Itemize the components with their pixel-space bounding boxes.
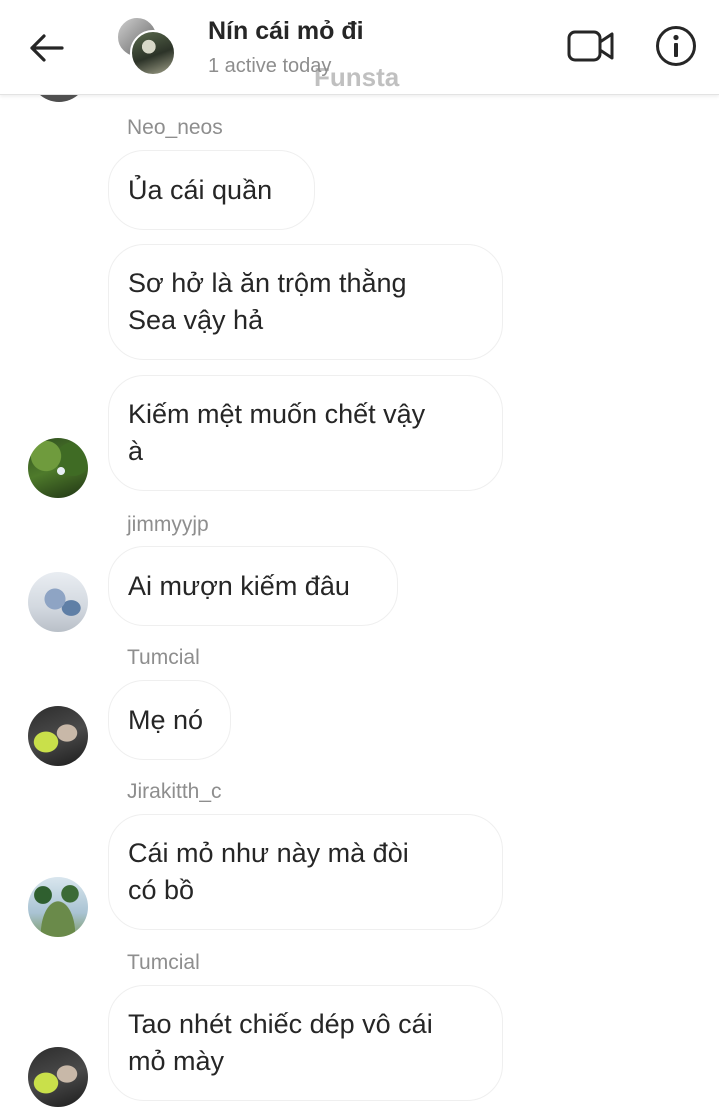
sender-name: jimmyyjp	[127, 513, 209, 536]
message-text-line: Sơ hở là ăn trộm thằng	[128, 268, 407, 298]
message-text: Ủa cái quần	[128, 174, 273, 205]
message-text: Ai mượn kiếm đâu	[128, 570, 350, 601]
message-text-line: à	[128, 436, 144, 466]
arrow-left-icon	[30, 34, 64, 62]
message-bubble[interactable]: Ai mượn kiếm đâu	[108, 546, 398, 626]
chat-title[interactable]: Nín cái mỏ đi	[208, 17, 364, 46]
message-text-line: Sea vậy hả	[128, 305, 264, 335]
group-avatar[interactable]	[116, 16, 178, 76]
message-bubble[interactable]: Tao nhét chiếc dép vô cái mỏ mày	[108, 985, 503, 1101]
message-bubble[interactable]: Mẹ nó	[108, 680, 231, 760]
video-call-button[interactable]	[566, 25, 616, 67]
sender-name: Tumcial	[127, 646, 200, 669]
message-text-line: mỏ mày	[128, 1046, 225, 1076]
avatar	[130, 30, 176, 76]
avatar[interactable]	[28, 572, 88, 632]
sender-name: Jirakitth_c	[127, 780, 222, 803]
message-bubble[interactable]: Sơ hở là ăn trộm thằng Sea vậy hả	[108, 244, 503, 360]
chat-screen: Nín cái mỏ đi 1 active today Funsta Neo_…	[0, 0, 719, 1119]
message-text-line: Kiếm mệt muốn chết vậy	[128, 399, 426, 429]
info-button[interactable]	[654, 24, 698, 68]
info-icon	[656, 26, 696, 66]
message-text-line: Cái mỏ như này mà đòi	[128, 838, 409, 868]
message-bubble[interactable]: Cái mỏ như này mà đòi có bồ	[108, 814, 503, 930]
avatar[interactable]	[28, 438, 88, 498]
avatar[interactable]	[28, 706, 88, 766]
sender-name: Neo_neos	[127, 116, 223, 139]
message-bubble[interactable]: Kiếm mệt muốn chết vậy à	[108, 375, 503, 491]
avatar[interactable]	[28, 1047, 88, 1107]
message-text-line: Tao nhét chiếc dép vô cái	[128, 1009, 433, 1039]
message-text: Mẹ nó	[128, 704, 204, 735]
active-status: 1 active today	[208, 55, 332, 77]
sender-name: Tumcial	[127, 951, 200, 974]
message-bubble[interactable]: Ủa cái quần	[108, 150, 315, 230]
watermark: Funsta	[314, 62, 400, 92]
avatar[interactable]	[28, 877, 88, 937]
back-button[interactable]	[22, 26, 70, 70]
message-text-line: có bồ	[128, 875, 195, 905]
video-camera-icon	[567, 30, 614, 62]
